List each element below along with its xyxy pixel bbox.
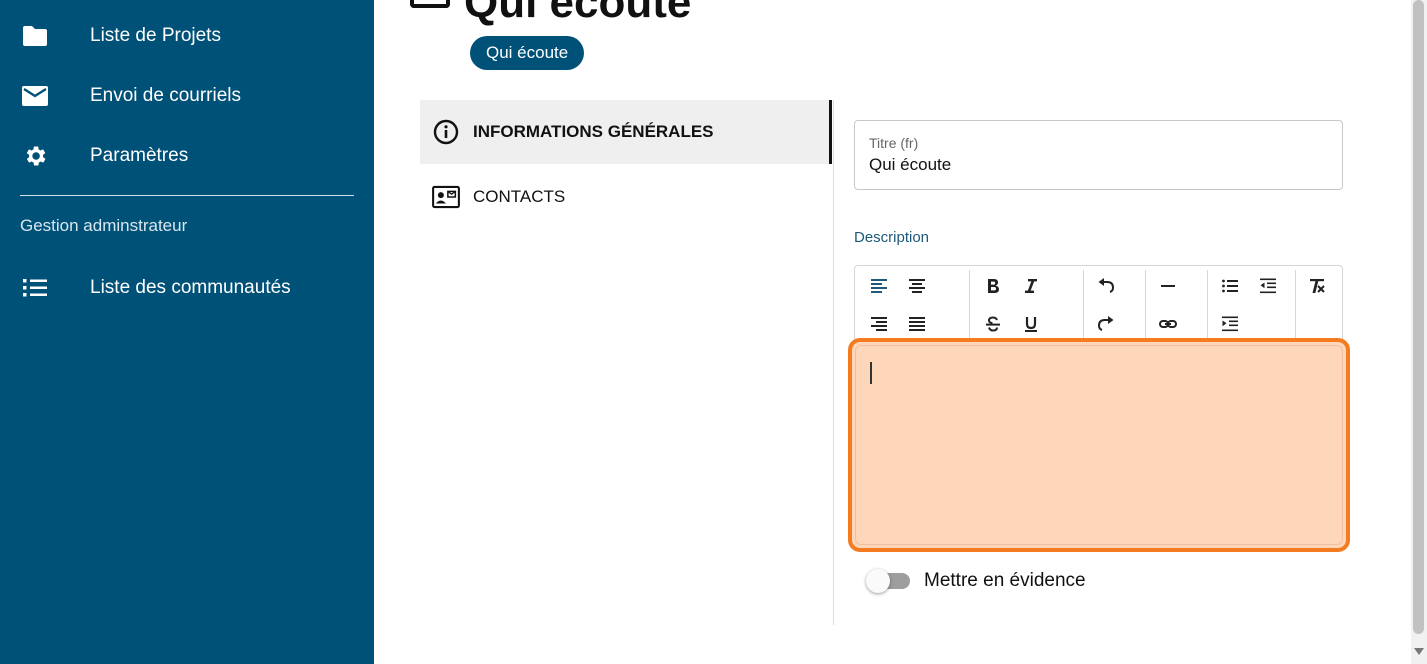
editor-content[interactable] xyxy=(855,345,1343,545)
sidebar-item-label: Liste de Projets xyxy=(90,25,221,46)
info-icon xyxy=(432,119,460,145)
text-caret xyxy=(870,362,872,384)
bullet-list-icon[interactable] xyxy=(1217,273,1243,299)
sidebar-item-projects[interactable]: Liste de Projets xyxy=(0,16,374,56)
redo-icon[interactable] xyxy=(1093,311,1119,337)
highlight-toggle-label: Mettre en évidence xyxy=(924,570,1086,591)
bold-icon[interactable] xyxy=(980,273,1006,299)
folder-icon xyxy=(22,23,48,49)
underline-icon[interactable] xyxy=(1018,311,1044,337)
page-title: Qui écoute xyxy=(464,0,692,27)
tabs-divider xyxy=(833,100,834,625)
title-field-label: Titre (fr) xyxy=(869,135,919,151)
sidebar: Liste de Projets Envoi de courriels Para… xyxy=(0,0,374,664)
undo-icon[interactable] xyxy=(1093,273,1119,299)
italic-icon[interactable] xyxy=(1018,273,1044,299)
tab-label: INFORMATIONS GÉNÉRALES xyxy=(473,122,714,141)
tab-general-info[interactable]: INFORMATIONS GÉNÉRALES xyxy=(420,100,832,164)
sidebar-section-title: Gestion adminstrateur xyxy=(20,216,188,235)
highlight-toggle[interactable] xyxy=(866,569,910,593)
editor-toolbar xyxy=(854,265,1343,342)
toggle-knob xyxy=(866,569,890,593)
link-icon[interactable] xyxy=(1155,311,1181,337)
description-label: Description xyxy=(854,229,930,246)
tab-label: CONTACTS xyxy=(473,187,566,206)
outdent-icon[interactable] xyxy=(1255,273,1281,299)
description-editor[interactable] xyxy=(848,338,1350,552)
sidebar-divider xyxy=(20,195,354,196)
sidebar-item-label: Envoi de courriels xyxy=(90,85,242,106)
envelope-icon xyxy=(22,83,48,109)
align-right-icon[interactable] xyxy=(866,311,892,337)
strikethrough-icon[interactable] xyxy=(980,311,1006,337)
scroll-down-arrow-icon[interactable] xyxy=(1414,648,1424,655)
horizontal-rule-icon[interactable] xyxy=(1155,273,1181,299)
title-input[interactable] xyxy=(869,155,1329,175)
title-field[interactable]: Titre (fr) xyxy=(854,120,1343,190)
page-scrollbar[interactable] xyxy=(1411,0,1427,664)
scroll-thumb[interactable] xyxy=(1413,0,1424,634)
sidebar-item-communities[interactable]: Liste des communautés xyxy=(0,268,374,308)
align-left-icon[interactable] xyxy=(866,273,892,299)
sidebar-item-emails[interactable]: Envoi de courriels xyxy=(0,76,374,116)
clear-format-icon[interactable] xyxy=(1304,273,1330,299)
indent-icon[interactable] xyxy=(1217,311,1243,337)
sidebar-item-label: Paramètres xyxy=(90,145,189,166)
list-icon xyxy=(22,275,48,301)
gear-icon xyxy=(22,143,48,169)
align-justify-icon[interactable] xyxy=(904,311,930,337)
align-center-icon[interactable] xyxy=(904,273,930,299)
sidebar-item-settings[interactable]: Paramètres xyxy=(0,136,374,176)
sidebar-item-label: Liste des communautés xyxy=(90,277,291,298)
title-chip[interactable]: Qui écoute xyxy=(470,36,585,70)
contact-card-icon xyxy=(432,184,460,210)
page-title-icon xyxy=(410,0,450,8)
tab-contacts[interactable]: CONTACTS xyxy=(420,165,832,229)
